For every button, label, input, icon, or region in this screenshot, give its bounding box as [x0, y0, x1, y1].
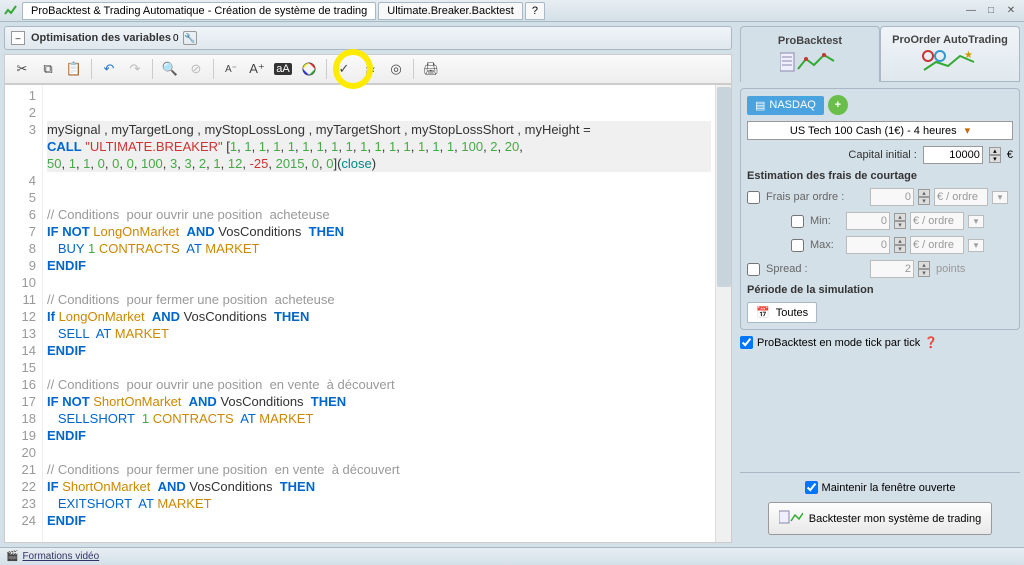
search-icon[interactable]: 🔍 [159, 58, 181, 80]
paste-icon[interactable]: 📋 [63, 58, 85, 80]
backtest-icon [779, 509, 803, 528]
currency-label: € [1007, 149, 1013, 161]
redo-icon[interactable]: ↷ [124, 58, 146, 80]
tab-main[interactable]: ProBacktest & Trading Automatique - Créa… [22, 2, 376, 20]
spread-unit: points [934, 261, 988, 277]
spread-label: Spread : [766, 263, 866, 275]
fee-min-input[interactable] [846, 212, 890, 230]
spread-input[interactable] [870, 260, 914, 278]
market-button[interactable]: ▤NASDAQ [747, 96, 824, 115]
calendar-icon: 📅 [756, 306, 770, 319]
capital-up[interactable]: ▴ [989, 147, 1001, 155]
footer-link[interactable]: Formations vidéo [22, 551, 99, 562]
editor-toolbar: ✂ ⧉ 📋 ↶ ↷ 🔍 ⊘ A⁻ A⁺ aA ✓ fx ◎ 🖨 [4, 54, 732, 84]
add-market-button[interactable]: + [828, 95, 848, 115]
period-button[interactable]: 📅 Toutes [747, 302, 817, 323]
fx-icon[interactable]: fx [359, 58, 381, 80]
color-icon[interactable] [298, 58, 320, 80]
flag-icon: ▤ [755, 99, 765, 112]
period-title: Période de la simulation [747, 284, 1013, 296]
opt-count: 0 [173, 33, 179, 44]
vertical-scrollbar[interactable] [715, 85, 731, 542]
fee-min-label: Min: [810, 215, 842, 227]
tab-backtest[interactable]: Ultimate.Breaker.Backtest [378, 2, 523, 20]
proorder-icon: ★ [920, 48, 980, 74]
target-icon[interactable]: ◎ [385, 58, 407, 80]
print-icon[interactable]: 🖨 [420, 58, 442, 80]
maintain-checkbox[interactable] [805, 481, 818, 494]
fee-max-checkbox[interactable] [791, 239, 804, 252]
backtest-button[interactable]: Backtester mon système de trading [768, 502, 992, 535]
optimization-title: Optimisation des variables [31, 32, 171, 44]
spread-checkbox[interactable] [747, 263, 760, 276]
close-button[interactable]: ✕ [1002, 4, 1020, 18]
video-icon: 🎬 [6, 551, 18, 562]
tick-label: ProBacktest en mode tick par tick [757, 337, 920, 349]
code-editor[interactable]: 123456789101112131415161718192021222324 … [4, 84, 732, 543]
tick-checkbox[interactable] [740, 336, 753, 349]
fee-max-input[interactable] [846, 236, 890, 254]
fees-title: Estimation des frais de courtage [747, 170, 1013, 182]
fee-order-input[interactable] [870, 188, 914, 206]
minimize-button[interactable]: — [962, 4, 980, 18]
fee-order-checkbox[interactable] [747, 191, 760, 204]
instrument-dropdown[interactable]: US Tech 100 Cash (1€) - 4 heures [747, 121, 1013, 140]
tab-probacktest[interactable]: ProBacktest [740, 26, 880, 82]
fee-unit: € / ordre [934, 188, 988, 206]
cut-icon[interactable]: ✂ [11, 58, 33, 80]
theme-icon[interactable]: aA [272, 58, 294, 80]
copy-icon[interactable]: ⧉ [37, 58, 59, 80]
undo-icon[interactable]: ↶ [98, 58, 120, 80]
fee-max-label: Max: [810, 239, 842, 251]
font-decrease-icon[interactable]: A⁻ [220, 58, 242, 80]
wrench-icon[interactable]: 🔧 [183, 31, 197, 45]
maximize-button[interactable]: □ [982, 4, 1000, 18]
fee-unit-dd: ▾ [992, 191, 1008, 204]
fee-order-label: Frais par ordre : [766, 191, 866, 203]
capital-down[interactable]: ▾ [989, 155, 1001, 163]
capital-label: Capital initial : [747, 149, 917, 161]
capital-input[interactable] [923, 146, 983, 164]
collapse-button[interactable]: – [11, 31, 25, 45]
validate-icon[interactable]: ✓ [333, 58, 355, 80]
probacktest-icon [780, 49, 840, 75]
fee-min-checkbox[interactable] [791, 215, 804, 228]
comment-icon[interactable]: ⊘ [185, 58, 207, 80]
tab-help[interactable]: ? [525, 2, 545, 20]
info-icon[interactable]: ❓ [924, 336, 938, 349]
app-icon [4, 4, 18, 18]
maintain-window-label[interactable]: Maintenir la fenêtre ouverte [805, 481, 956, 494]
font-increase-icon[interactable]: A⁺ [246, 58, 268, 80]
tab-proorder[interactable]: ProOrder AutoTrading ★ [880, 26, 1020, 82]
svg-text:★: ★ [964, 50, 973, 61]
